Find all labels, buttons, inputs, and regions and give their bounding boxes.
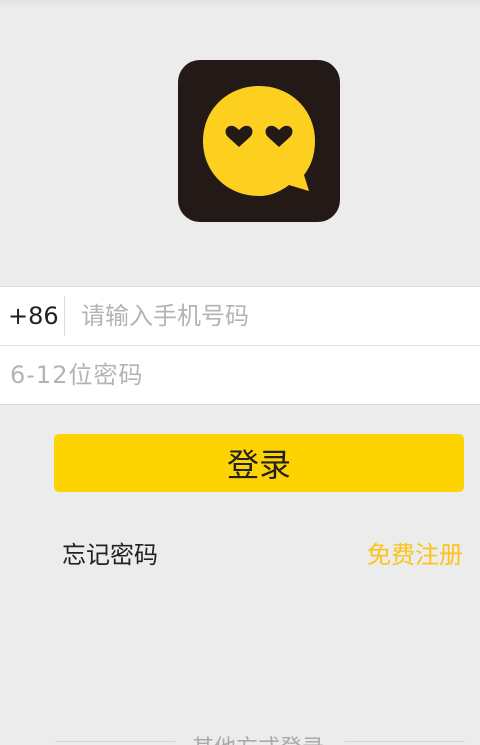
chat-bubble-heart-eyes-icon — [178, 60, 340, 222]
other-login-label: 其他方式登录 — [192, 730, 324, 745]
phone-input[interactable] — [65, 287, 480, 345]
forgot-password-link[interactable]: 忘记密码 — [62, 535, 158, 570]
status-bar-shadow — [0, 0, 480, 8]
free-register-link[interactable]: 免费注册 — [367, 535, 463, 570]
login-screen: +86 登录 忘记密码 免费注册 其他方式登录 — [0, 0, 480, 745]
country-code-selector[interactable]: +86 — [0, 296, 65, 336]
login-button[interactable]: 登录 — [54, 434, 464, 492]
password-input[interactable] — [0, 346, 480, 404]
password-row — [0, 345, 480, 404]
login-form: +86 — [0, 286, 480, 405]
phone-row: +86 — [0, 287, 480, 345]
app-logo — [178, 60, 340, 222]
other-login-divider-left — [55, 741, 175, 742]
other-login-divider-right — [345, 741, 465, 742]
